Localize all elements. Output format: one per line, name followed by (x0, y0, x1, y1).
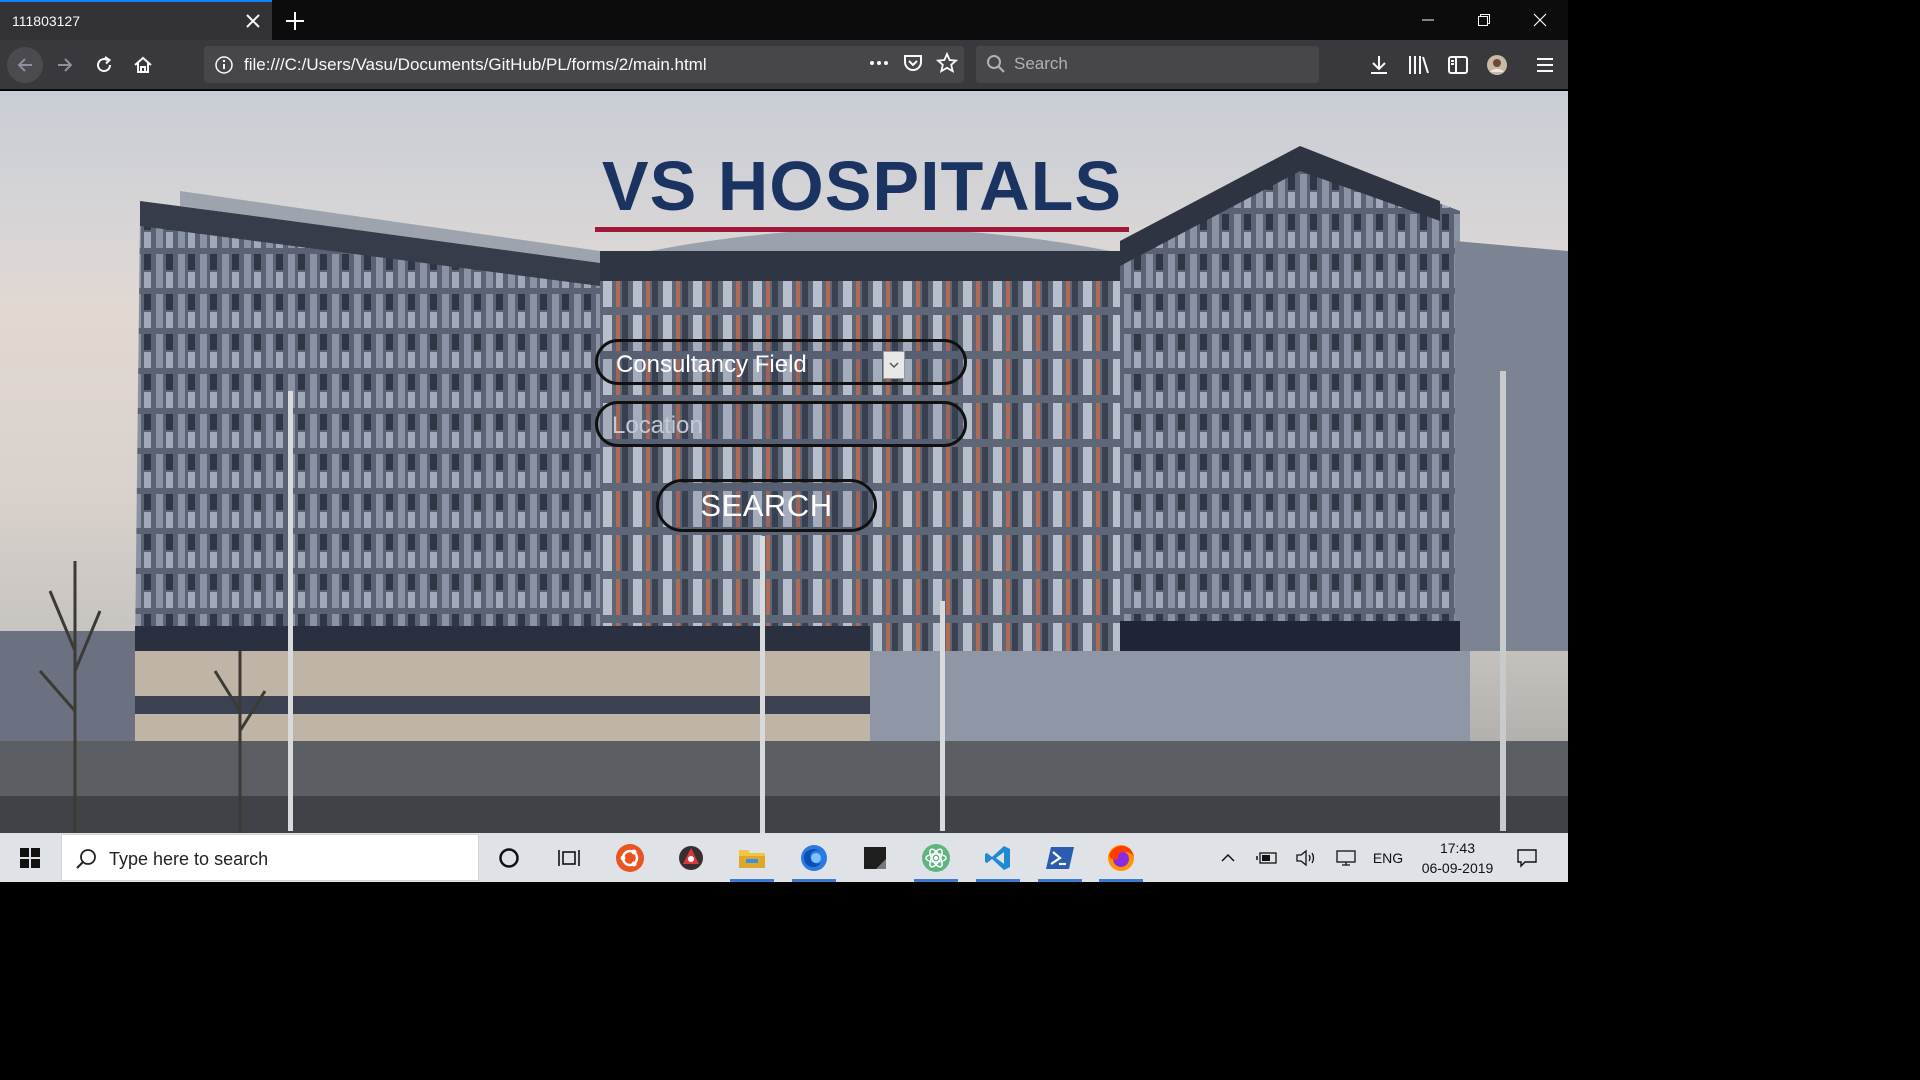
forward-icon[interactable] (49, 49, 81, 81)
pocket-icon[interactable] (902, 52, 924, 79)
browser-search-input[interactable] (1014, 52, 1304, 76)
consultancy-field-value: Consultancy Field (616, 351, 807, 378)
atom-icon[interactable] (906, 833, 966, 882)
clock-time: 17:43 (1439, 840, 1476, 856)
title-underline (595, 227, 1129, 232)
ubuntu-icon[interactable] (600, 833, 660, 882)
volume-icon[interactable] (1293, 833, 1319, 882)
download-icon[interactable] (1367, 53, 1391, 77)
language-indicator[interactable]: ENG (1368, 833, 1408, 882)
clock-date: 06-09-2019 (1421, 860, 1494, 876)
task-view-icon[interactable] (539, 833, 599, 882)
sidebar-icon[interactable] (1446, 53, 1470, 77)
search-button[interactable]: SEARCH (656, 479, 877, 532)
location-field[interactable] (595, 401, 967, 447)
browser-navigation-bar: file:///C:/Users/Vasu/Documents/GitHub/P… (0, 40, 1568, 90)
close-window-icon[interactable] (1512, 0, 1568, 40)
file-explorer-icon[interactable] (722, 833, 782, 882)
page-actions-icon[interactable] (868, 52, 890, 79)
notifications-icon[interactable] (1512, 833, 1542, 882)
consultancy-field-select[interactable]: Consultancy Field (595, 339, 967, 385)
windows-taskbar: Type here to search ENG 17:43 06-09-2019 (0, 833, 1568, 882)
reload-icon[interactable] (88, 49, 120, 81)
url-bar[interactable]: file:///C:/Users/Vasu/Documents/GitHub/P… (204, 46, 964, 83)
bookmark-star-icon[interactable] (935, 51, 959, 79)
home-icon[interactable] (127, 49, 159, 81)
back-icon[interactable] (7, 47, 43, 83)
battery-icon[interactable] (1254, 833, 1280, 882)
taskbar-search-placeholder: Type here to search (109, 849, 269, 869)
info-icon[interactable] (214, 55, 234, 80)
network-icon[interactable] (1332, 833, 1360, 882)
restore-window-icon[interactable] (1456, 0, 1512, 40)
sticky-app-icon[interactable] (845, 833, 905, 882)
browser-tab-strip: 111803127 (0, 0, 1568, 40)
search-icon (74, 847, 98, 876)
menu-icon[interactable] (1533, 53, 1557, 77)
app-red-icon[interactable] (661, 833, 721, 882)
windows-start-icon[interactable] (0, 833, 60, 882)
page-viewport: VS HOSPITALS Consultancy Field SEARCH (0, 91, 1568, 833)
firefox-icon[interactable] (1091, 833, 1151, 882)
firefox-dev-icon[interactable] (784, 833, 844, 882)
search-icon (986, 54, 1006, 79)
tab-title: 111803127 (12, 13, 80, 29)
url-text[interactable]: file:///C:/Users/Vasu/Documents/GitHub/P… (244, 55, 707, 75)
chevron-up-icon[interactable] (1216, 833, 1240, 882)
library-icon[interactable] (1407, 53, 1431, 77)
vscode-icon[interactable] (968, 833, 1028, 882)
minimize-window-icon[interactable] (1400, 0, 1456, 40)
cortana-icon[interactable] (479, 833, 539, 882)
location-input[interactable] (612, 412, 952, 440)
close-tab-icon[interactable] (244, 12, 262, 30)
account-avatar-icon[interactable] (1485, 53, 1509, 77)
browser-search-bar[interactable] (976, 46, 1319, 83)
system-clock[interactable]: 17:43 06-09-2019 (1410, 838, 1505, 878)
taskbar-search-box[interactable]: Type here to search (61, 834, 479, 881)
chevron-down-icon[interactable] (883, 351, 905, 379)
browser-tab-active[interactable]: 111803127 (0, 0, 272, 40)
page-title: VS HOSPITALS (601, 147, 1123, 225)
powershell-icon[interactable] (1030, 833, 1090, 882)
new-tab-icon[interactable] (282, 8, 308, 34)
